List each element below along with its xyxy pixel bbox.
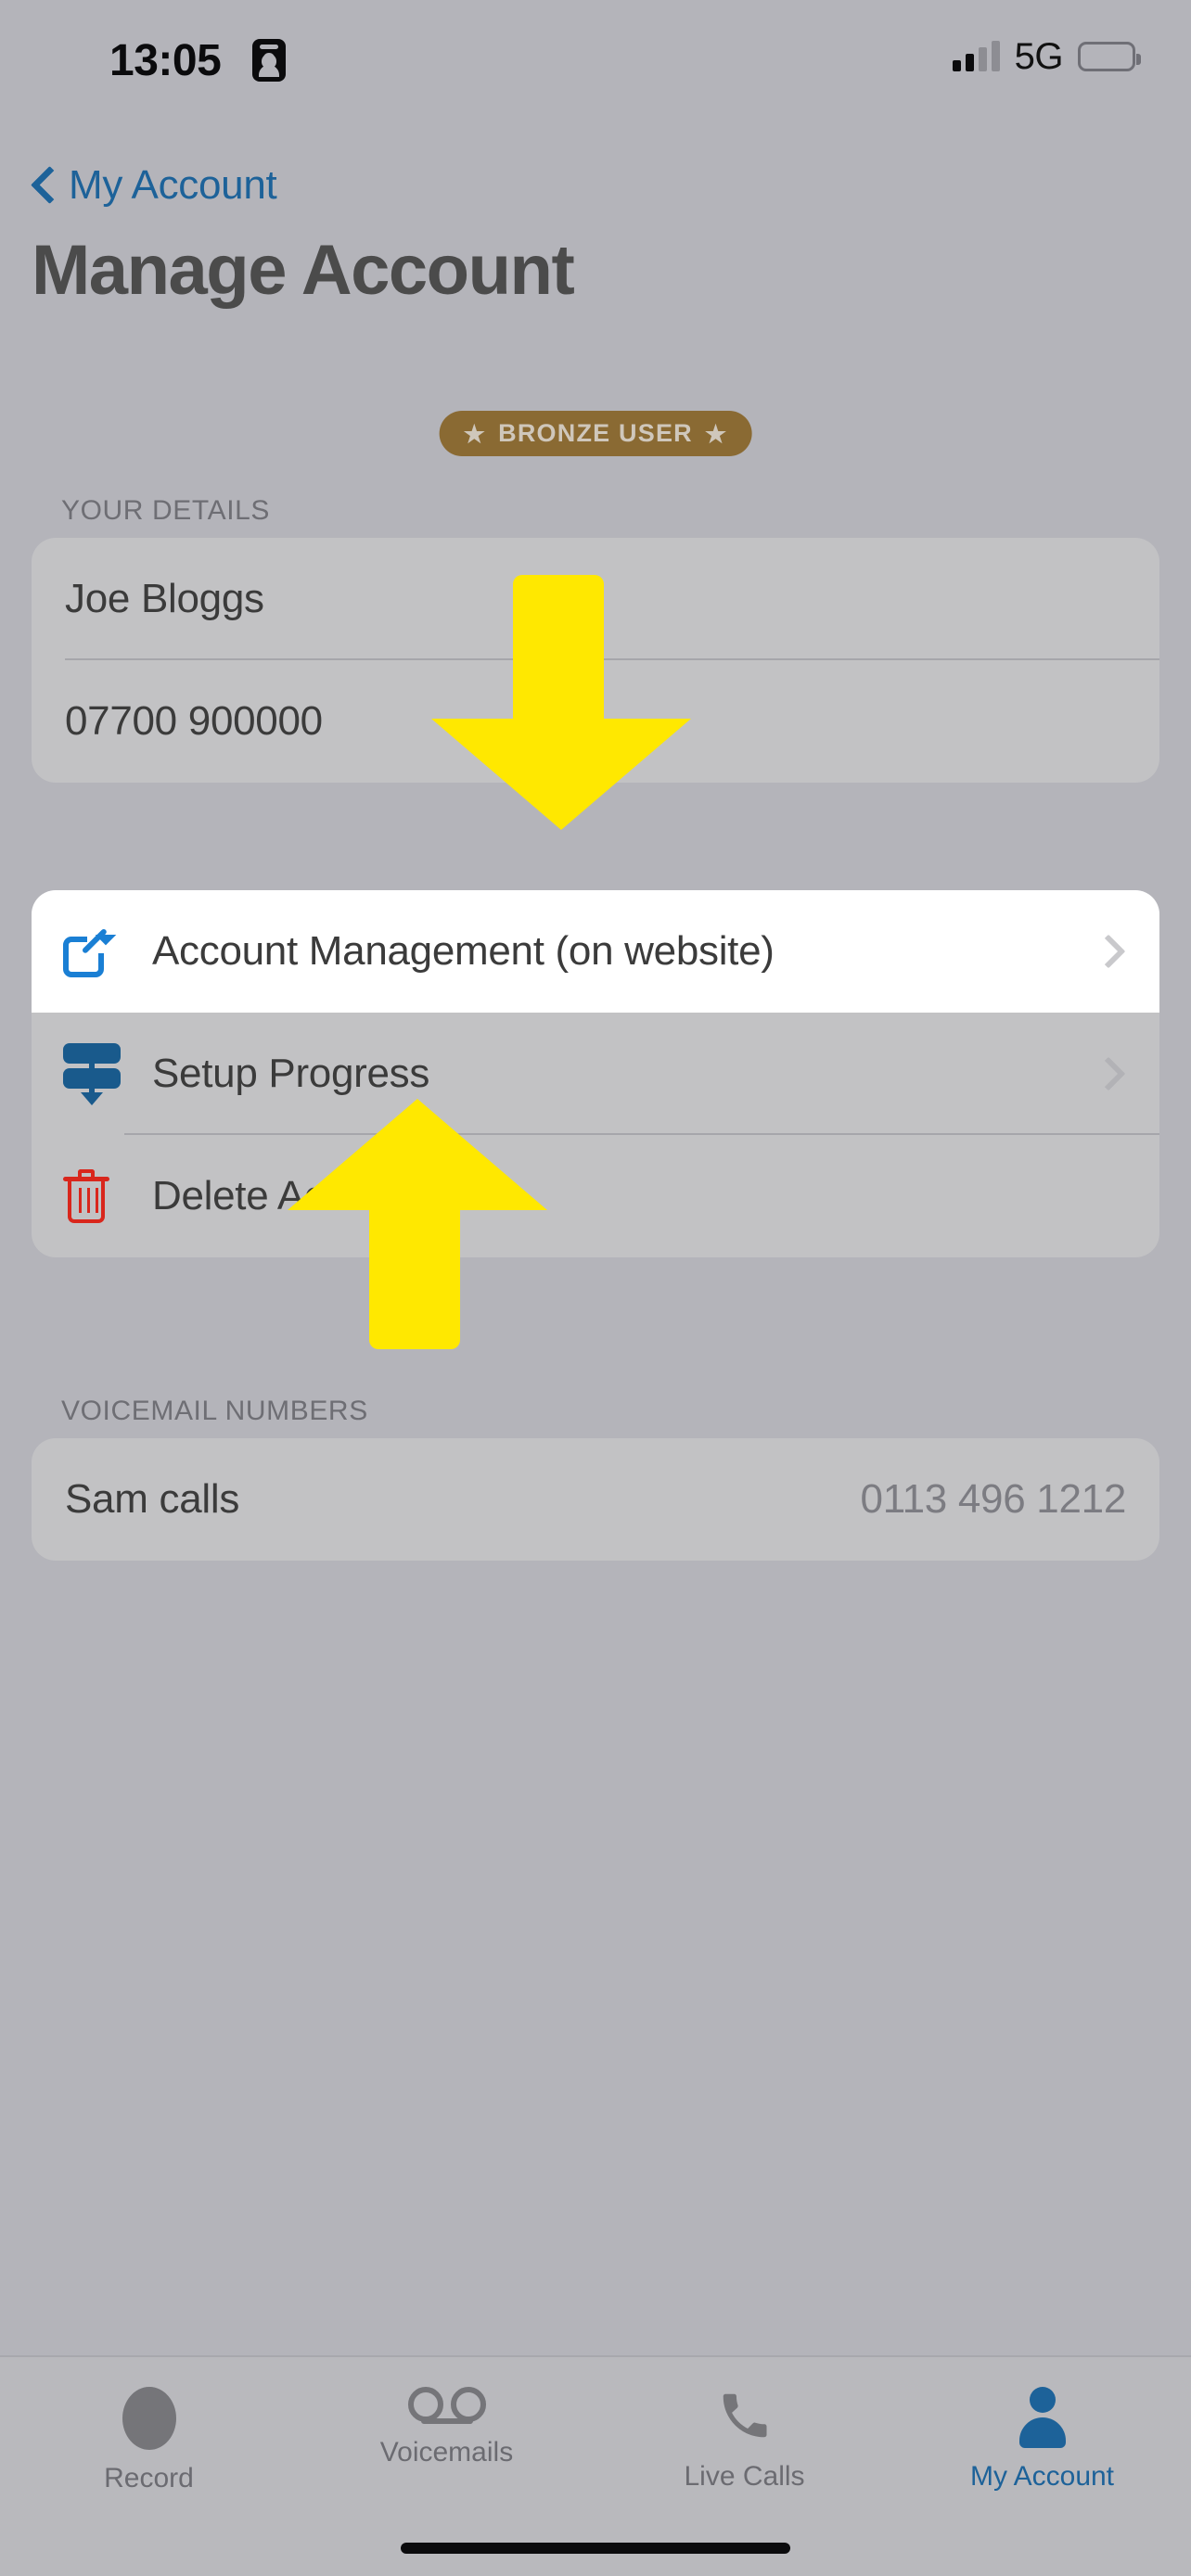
- network-type-label: 5G: [1014, 35, 1064, 77]
- external-link-icon: [63, 925, 152, 977]
- setup-progress-row[interactable]: Setup Progress: [32, 1013, 1159, 1135]
- setup-progress-icon: [63, 1043, 152, 1105]
- status-badge-label: BRONZE USER: [498, 419, 693, 447]
- annotation-arrow-up-icon: [288, 1099, 547, 1349]
- record-circle-icon: [122, 2387, 176, 2450]
- account-management-label: Account Management (on website): [152, 928, 775, 974]
- page-title: Manage Account: [32, 231, 575, 310]
- account-management-row[interactable]: Account Management (on website): [32, 890, 1159, 1013]
- back-button[interactable]: My Account: [32, 158, 277, 213]
- setup-progress-label: Setup Progress: [152, 1051, 430, 1096]
- voicemail-icon: [407, 2387, 486, 2424]
- star-icon-right: ★: [704, 419, 728, 448]
- annotation-arrow-down-icon: [431, 575, 691, 830]
- delete-account-row[interactable]: Delete Account: [32, 1135, 1159, 1257]
- battery-icon: [1078, 42, 1141, 71]
- chevron-left-icon: [32, 165, 56, 206]
- tab-my-account[interactable]: My Account: [893, 2357, 1191, 2576]
- tab-record-label: Record: [104, 2463, 194, 2493]
- chevron-right-icon: [1102, 1053, 1126, 1094]
- section-heading-your-details: YOUR DETAILS: [61, 495, 271, 526]
- status-bar-time: 13:05: [109, 36, 222, 85]
- status-bar-indicators: 5G: [952, 35, 1141, 78]
- voicemail-numbers-card: Sam calls 0113 496 1212: [32, 1438, 1159, 1561]
- tab-voicemails-label: Voicemails: [379, 2437, 514, 2468]
- status-badge: ★ BRONZE USER ★: [439, 411, 752, 456]
- tab-my-account-label: My Account: [969, 2461, 1115, 2492]
- trash-icon: [63, 1169, 152, 1223]
- tab-live-calls-label: Live Calls: [684, 2461, 805, 2492]
- account-phone-number: 07700 900000: [65, 698, 323, 744]
- status-bar: 13:05 5G: [0, 0, 1191, 93]
- voicemail-number: 0113 496 1212: [860, 1476, 1127, 1522]
- phone-icon: [716, 2387, 774, 2448]
- signal-strength-icon: [952, 41, 1000, 71]
- star-icon-left: ★: [463, 419, 487, 448]
- phone-screen: 13:05 5G My Account Manage Account ★ BRO…: [0, 0, 1191, 2576]
- account-actions-card: Account Management (on website) Setup Pr…: [32, 890, 1159, 1257]
- tab-record[interactable]: Record: [0, 2357, 298, 2576]
- account-holder-name: Joe Bloggs: [65, 576, 264, 621]
- section-heading-voicemail-numbers: VOICEMAIL NUMBERS: [61, 1396, 368, 1426]
- back-button-label: My Account: [69, 162, 277, 208]
- contact-card-icon: [252, 39, 286, 82]
- home-indicator: [401, 2543, 790, 2554]
- chevron-right-icon: [1102, 931, 1126, 972]
- voicemail-name: Sam calls: [65, 1476, 240, 1522]
- person-icon: [1014, 2387, 1071, 2448]
- voicemail-row[interactable]: Sam calls 0113 496 1212: [32, 1438, 1159, 1561]
